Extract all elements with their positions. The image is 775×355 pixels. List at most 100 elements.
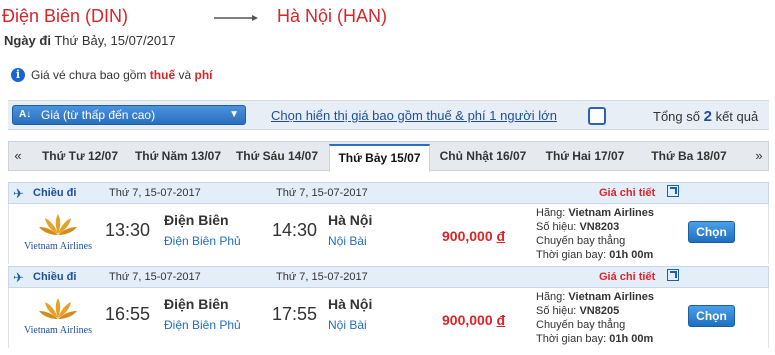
fare-currency: đ — [496, 312, 506, 328]
route-header: Điện Biên (DIN) Hà Nội (HAN) — [2, 6, 602, 28]
notice-tax: thuế — [149, 68, 176, 82]
fare-price: 900,000 đ — [442, 228, 505, 244]
departure-city: Điện Biên — [164, 212, 229, 228]
arrival-airport: Nội Bài — [328, 318, 367, 332]
flight-card-header: ✈ Chiều đi Thứ 7, 15-07-2017 Thứ 7, 15-0… — [8, 182, 769, 204]
sort-bar: A↓ Giá (từ thấp đến cao) ▼ Chọn hiển thị… — [8, 100, 769, 130]
flight-card-body: Vietnam Airlines 13:30 Điện Biên Điện Bi… — [8, 204, 769, 264]
departure-date-label: Ngày đi — [4, 33, 51, 48]
departure-time: 16:55 — [105, 304, 151, 324]
arrival-day: Thứ 7, 15-07-2017 — [276, 271, 368, 283]
date-tab-2[interactable]: Thứ Sáu 14/07 — [227, 144, 327, 170]
departure-date: Ngày đi Thứ Bảy, 15/07/2017 — [4, 33, 176, 48]
duration-row: Thời gian bay: 01h 00m — [536, 332, 654, 346]
sort-az-icon: A↓ — [19, 109, 32, 120]
departure-date-value: Thứ Bảy, 15/07/2017 — [54, 33, 176, 48]
arrival-city: Hà Nội — [328, 212, 373, 228]
date-tab-1[interactable]: Thứ Năm 13/07 — [129, 144, 227, 170]
airline-logo-text: Vietnam Airlines — [24, 325, 92, 336]
external-link-icon[interactable] — [667, 185, 679, 197]
flight-type: Chuyến bay thẳng — [536, 319, 626, 331]
date-tab-3[interactable]: Thứ Bảy 15/07 — [329, 144, 430, 172]
duration-label: Thời gian bay: — [536, 333, 607, 345]
airline-row: Hãng: Vietnam Airlines — [536, 206, 654, 220]
direction-label: Chiều đi — [33, 187, 77, 199]
flight-number: VN8203 — [579, 221, 620, 233]
departure-day: Thứ 7, 15-07-2017 — [109, 187, 201, 199]
flight-card: ✈ Chiều đi Thứ 7, 15-07-2017 Thứ 7, 15-0… — [8, 266, 769, 348]
fare-currency: đ — [496, 228, 506, 244]
departure-day: Thứ 7, 15-07-2017 — [109, 271, 201, 283]
airline-name: Vietnam Airlines — [568, 291, 655, 303]
sort-select[interactable]: A↓ Giá (từ thấp đến cao) ▼ — [12, 105, 246, 125]
arrival-time: 17:55 — [272, 304, 318, 324]
fare-amount: 900,000 — [442, 312, 493, 328]
flight-number-row: Số hiệu: VN8205 — [536, 304, 654, 318]
flight-number-row: Số hiệu: VN8203 — [536, 220, 654, 234]
next-week-icon[interactable]: » — [750, 142, 768, 170]
flight-number-label: Số hiệu: — [536, 305, 577, 317]
duration-value: 01h 00m — [609, 249, 654, 261]
airline-logo-text: Vietnam Airlines — [24, 241, 92, 252]
result-total: Tổng số 2 kết quả — [653, 108, 758, 125]
duration-row: Thời gian bay: 01h 00m — [536, 248, 654, 262]
lotus-logo-icon — [39, 214, 77, 235]
choose-flight-button[interactable]: Chọn — [688, 221, 735, 243]
arrow-right-icon — [214, 15, 258, 21]
airline-name: Vietnam Airlines — [568, 207, 655, 219]
info-icon: i — [11, 68, 25, 82]
departure-airport: Điện Biên Phủ — [164, 234, 241, 248]
total-prefix: Tổng số — [653, 109, 700, 124]
external-link-icon[interactable] — [667, 269, 679, 281]
total-count: 2 — [703, 108, 712, 125]
departure-airport: Điện Biên Phủ — [164, 318, 241, 332]
price-detail-link[interactable]: Giá chi tiết — [599, 271, 655, 283]
flight-number: VN8205 — [579, 305, 620, 317]
direction-label: Chiều đi — [33, 271, 77, 283]
duration-label: Thời gian bay: — [536, 249, 607, 261]
notice-fee: phí — [194, 68, 213, 82]
duration-value: 01h 00m — [609, 333, 654, 345]
airline-row: Hãng: Vietnam Airlines — [536, 290, 654, 304]
date-tab-6[interactable]: Thứ Ba 18/07 — [636, 144, 742, 170]
date-tab-0[interactable]: Thứ Tư 12/07 — [31, 144, 129, 170]
lotus-logo-icon — [39, 298, 77, 319]
notice-prefix: Giá vé chưa bao gồm — [31, 68, 147, 82]
date-tab-4[interactable]: Chủ Nhật 16/07 — [432, 144, 534, 170]
airplane-icon: ✈ — [13, 270, 24, 285]
airline-logo: Vietnam Airlines — [15, 296, 101, 340]
choose-flight-button[interactable]: Chọn — [688, 305, 735, 327]
flight-type: Chuyến bay thẳng — [536, 235, 626, 247]
airline-label: Hãng: — [536, 207, 566, 219]
prev-week-icon[interactable]: « — [9, 142, 27, 170]
flight-card: ✈ Chiều đi Thứ 7, 15-07-2017 Thứ 7, 15-0… — [8, 182, 769, 264]
flight-info: Hãng: Vietnam Airlines Số hiệu: VN8203 C… — [536, 206, 654, 262]
origin-label: Điện Biên (DIN) — [2, 6, 129, 26]
date-tab-5[interactable]: Thứ Hai 17/07 — [534, 144, 636, 170]
date-tabs: « Thứ Tư 12/07 Thứ Năm 13/07 Thứ Sáu 14/… — [8, 141, 769, 172]
include-tax-link[interactable]: Chọn hiển thị giá bao gồm thuế & phí 1 n… — [271, 108, 557, 123]
airline-label: Hãng: — [536, 291, 566, 303]
airline-logo: Vietnam Airlines — [15, 212, 101, 256]
destination-label: Hà Nội (HAN) — [277, 6, 388, 26]
notice-and: và — [178, 68, 192, 82]
include-tax-checkbox[interactable] — [588, 107, 606, 125]
flight-info: Hãng: Vietnam Airlines Số hiệu: VN8205 C… — [536, 290, 654, 346]
departure-city: Điện Biên — [164, 296, 229, 312]
fare-amount: 900,000 — [442, 228, 493, 244]
flight-number-label: Số hiệu: — [536, 221, 577, 233]
arrival-day: Thứ 7, 15-07-2017 — [276, 187, 368, 199]
price-detail-link[interactable]: Giá chi tiết — [599, 187, 655, 199]
chevron-down-icon: ▼ — [229, 109, 239, 120]
total-suffix: kết quả — [715, 109, 759, 124]
arrival-airport: Nội Bài — [328, 234, 367, 248]
sort-select-value: Giá (từ thấp đến cao) — [41, 108, 156, 122]
departure-time: 13:30 — [105, 220, 151, 240]
fare-price: 900,000 đ — [442, 312, 505, 328]
arrival-time: 14:30 — [272, 220, 318, 240]
price-notice: i Giá vé chưa bao gồm thuế và phí — [11, 68, 213, 82]
flight-card-header: ✈ Chiều đi Thứ 7, 15-07-2017 Thứ 7, 15-0… — [8, 266, 769, 288]
flight-card-body: Vietnam Airlines 16:55 Điện Biên Điện Bi… — [8, 288, 769, 348]
airplane-icon: ✈ — [13, 186, 24, 201]
arrival-city: Hà Nội — [328, 296, 373, 312]
